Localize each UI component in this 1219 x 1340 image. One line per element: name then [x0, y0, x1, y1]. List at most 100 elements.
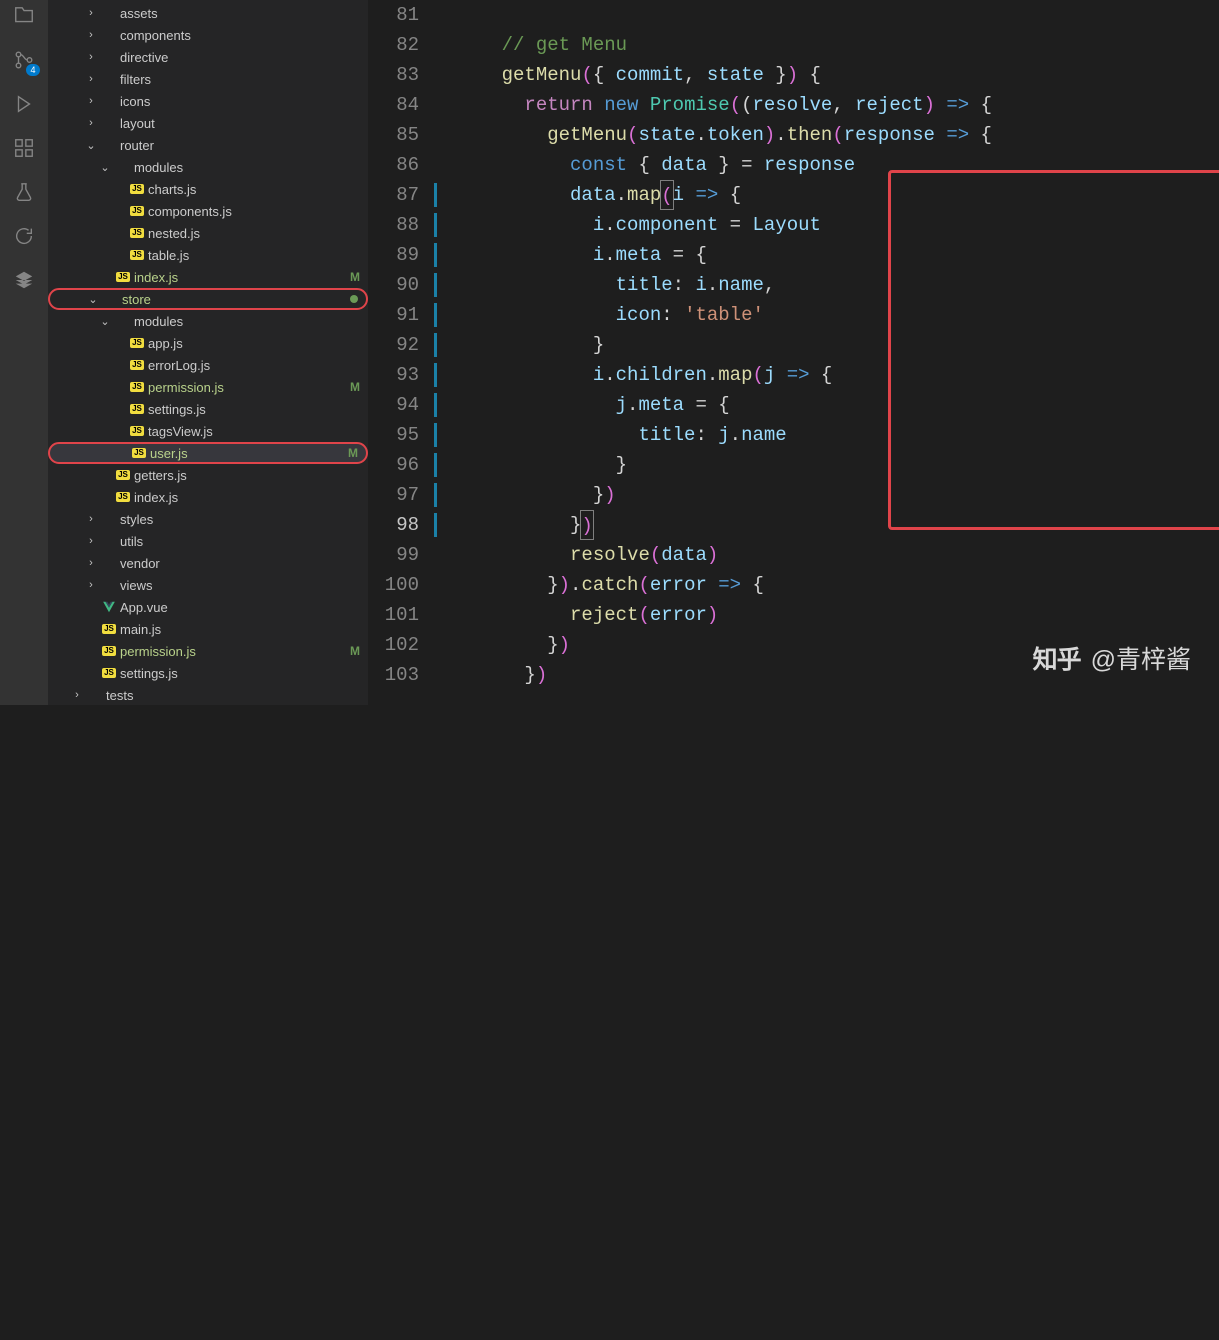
- code-line[interactable]: }: [456, 450, 992, 480]
- folder-row[interactable]: ›styles: [48, 508, 368, 530]
- line-number: 98: [368, 510, 419, 540]
- chevron-icon: ›: [84, 51, 98, 63]
- scm-icon[interactable]: 4: [0, 48, 48, 72]
- code-line[interactable]: return new Promise((resolve, reject) => …: [456, 90, 992, 120]
- editor[interactable]: 8182838485868788899091929394959697989910…: [368, 0, 1219, 705]
- chevron-icon: ›: [70, 689, 84, 701]
- code-line[interactable]: }): [456, 630, 992, 660]
- folder-row[interactable]: › assets: [48, 2, 368, 24]
- file-row[interactable]: JSsettings.js: [48, 398, 368, 420]
- tree-label: modules: [134, 314, 360, 329]
- file-row[interactable]: JSpermission.jsM: [48, 640, 368, 662]
- code-line[interactable]: }): [456, 510, 992, 540]
- code-line[interactable]: }).catch(error => {: [456, 570, 992, 600]
- line-number: 90: [368, 270, 419, 300]
- file-row[interactable]: JScomponents.js: [48, 200, 368, 222]
- code-line[interactable]: i.meta = {: [456, 240, 992, 270]
- code-line[interactable]: i.component = Layout: [456, 210, 992, 240]
- code-area[interactable]: // get Menu getMenu({ commit, state }) {…: [440, 0, 992, 705]
- line-number: 99: [368, 540, 419, 570]
- tree-label: charts.js: [148, 182, 360, 197]
- file-row[interactable]: JSuser.jsM: [48, 442, 368, 464]
- line-gutter: 8182838485868788899091929394959697989910…: [368, 0, 440, 705]
- code-line[interactable]: i.children.map(j => {: [456, 360, 992, 390]
- folder-row[interactable]: ›icons: [48, 90, 368, 112]
- file-row[interactable]: JSgetters.js: [48, 464, 368, 486]
- code-line[interactable]: icon: 'table': [456, 300, 992, 330]
- code-line[interactable]: const { data } = response: [456, 150, 992, 180]
- tree-label: views: [120, 578, 360, 593]
- extensions-icon[interactable]: [0, 136, 48, 160]
- scm-badge: 4: [26, 64, 40, 76]
- file-row[interactable]: JSindex.js: [48, 486, 368, 508]
- folder-row[interactable]: ›utils: [48, 530, 368, 552]
- chevron-icon: ›: [84, 7, 98, 19]
- folder-row[interactable]: › views: [48, 574, 368, 596]
- line-number: 102: [368, 630, 419, 660]
- folder-row[interactable]: ⌄modules: [48, 310, 368, 332]
- folder-row[interactable]: ›filters: [48, 68, 368, 90]
- folder-row[interactable]: ›components: [48, 24, 368, 46]
- tree-label: components.js: [148, 204, 360, 219]
- code-line[interactable]: }): [456, 480, 992, 510]
- folder-row[interactable]: ⌄store: [48, 288, 368, 310]
- line-number: 84: [368, 90, 419, 120]
- js-file-icon: JS: [98, 646, 120, 656]
- tree-label: settings.js: [120, 666, 360, 681]
- code-line[interactable]: reject(error): [456, 600, 992, 630]
- refresh-icon[interactable]: [0, 224, 48, 248]
- layers-icon[interactable]: [0, 268, 48, 292]
- line-number: 91: [368, 300, 419, 330]
- folder-row[interactable]: › directive: [48, 46, 368, 68]
- code-line[interactable]: // get Menu: [456, 30, 992, 60]
- line-number: 83: [368, 60, 419, 90]
- run-icon[interactable]: [0, 92, 48, 116]
- code-line[interactable]: [456, 0, 992, 30]
- js-file-icon: JS: [98, 624, 120, 634]
- tree-label: tests: [106, 688, 360, 703]
- code-line[interactable]: title: j.name: [456, 420, 992, 450]
- file-row[interactable]: JSpermission.jsM: [48, 376, 368, 398]
- file-row[interactable]: JSerrorLog.js: [48, 354, 368, 376]
- explorer-sidebar: › assets ›components › directive ›filters›ico…: [48, 0, 368, 705]
- chevron-icon: ⌄: [84, 139, 98, 152]
- beaker-icon[interactable]: [0, 180, 48, 204]
- activity-bar: 4: [0, 0, 48, 705]
- tree-label: directive: [120, 50, 360, 65]
- folder-row[interactable]: › tests: [48, 684, 368, 705]
- file-row[interactable]: JSindex.jsM: [48, 266, 368, 288]
- folder-row[interactable]: ⌄modules: [48, 156, 368, 178]
- explorer-icon[interactable]: [0, 4, 48, 28]
- code-line[interactable]: data.map(i => {: [456, 180, 992, 210]
- file-row[interactable]: JSapp.js: [48, 332, 368, 354]
- code-line[interactable]: j.meta = {: [456, 390, 992, 420]
- git-status-indicator: M: [350, 644, 360, 658]
- tree-label: main.js: [120, 622, 360, 637]
- file-row[interactable]: App.vue: [48, 596, 368, 618]
- js-file-icon: JS: [112, 272, 134, 282]
- code-line[interactable]: resolve(data): [456, 540, 992, 570]
- watermark: 知乎 @青梓酱: [1033, 645, 1191, 675]
- js-file-icon: JS: [126, 250, 148, 260]
- js-file-icon: JS: [126, 184, 148, 194]
- code-line[interactable]: title: i.name,: [456, 270, 992, 300]
- file-row[interactable]: JSsettings.js: [48, 662, 368, 684]
- code-line[interactable]: getMenu(state.token).then(response => {: [456, 120, 992, 150]
- js-file-icon: JS: [126, 426, 148, 436]
- code-line[interactable]: }: [456, 330, 992, 360]
- folder-row[interactable]: ›vendor: [48, 552, 368, 574]
- file-row[interactable]: JSnested.js: [48, 222, 368, 244]
- js-file-icon: JS: [112, 470, 134, 480]
- file-row[interactable]: JSmain.js: [48, 618, 368, 640]
- file-row[interactable]: JStable.js: [48, 244, 368, 266]
- tree-label: assets: [120, 6, 360, 21]
- folder-row[interactable]: ⌄router: [48, 134, 368, 156]
- file-row[interactable]: JScharts.js: [48, 178, 368, 200]
- code-line[interactable]: }): [456, 660, 992, 690]
- js-file-icon: JS: [98, 668, 120, 678]
- chevron-icon: ›: [84, 579, 98, 591]
- code-line[interactable]: getMenu({ commit, state }) {: [456, 60, 992, 90]
- file-row[interactable]: JStagsView.js: [48, 420, 368, 442]
- folder-row[interactable]: ›layout: [48, 112, 368, 134]
- js-file-icon: JS: [128, 448, 150, 458]
